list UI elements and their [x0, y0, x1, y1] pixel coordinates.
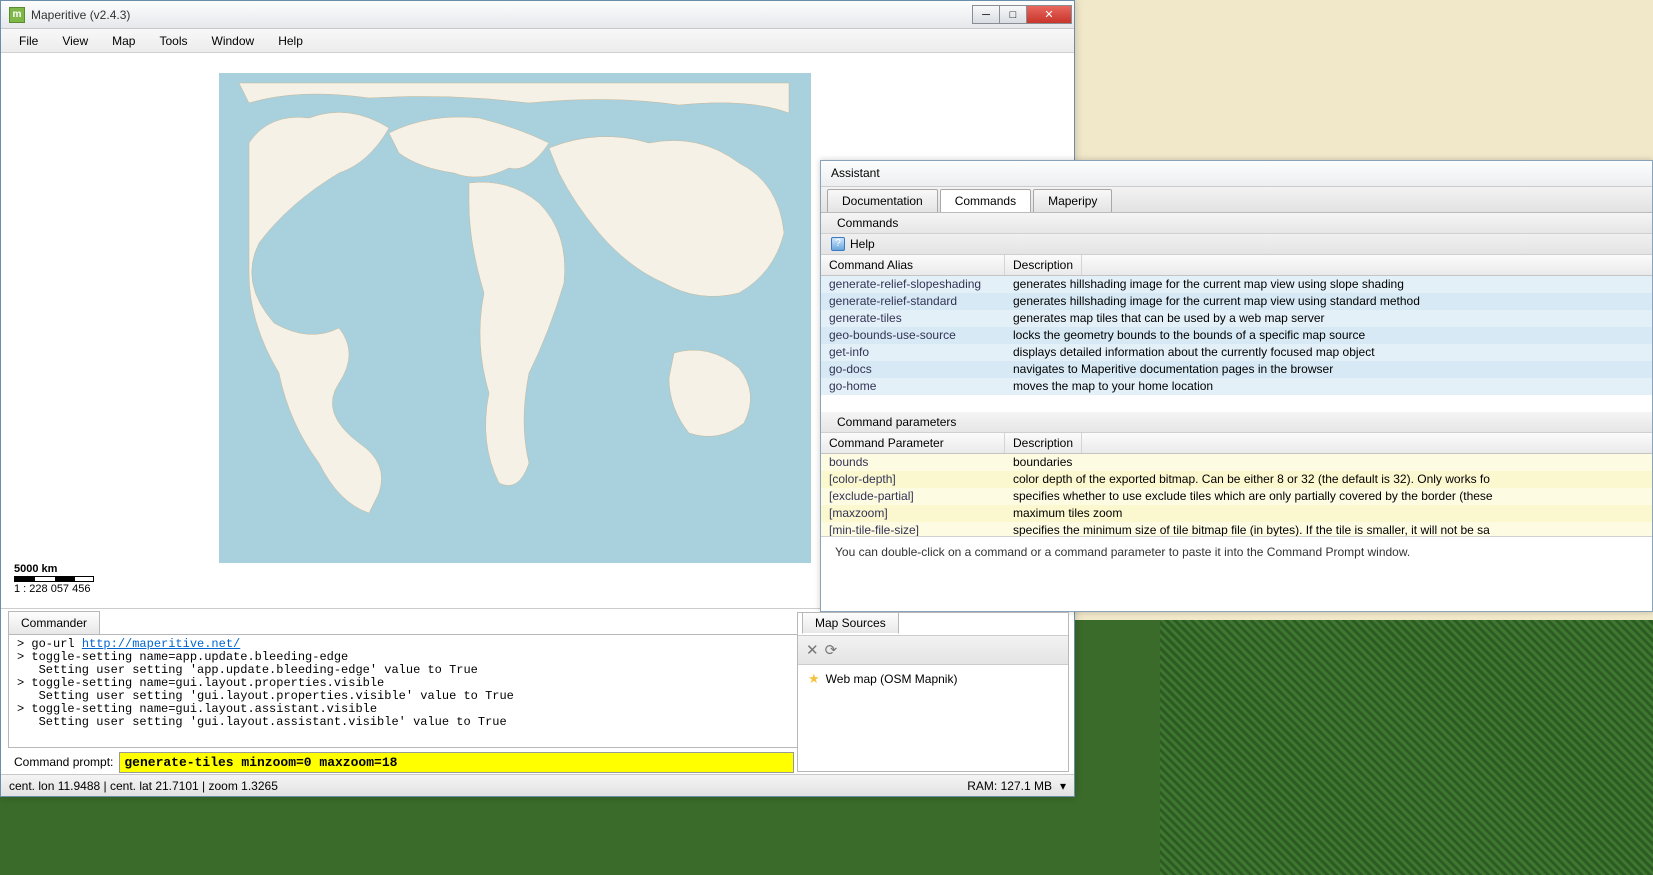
menu-view[interactable]: View — [50, 31, 100, 51]
assistant-panel: Assistant Documentation Commands Maperip… — [820, 160, 1653, 612]
param-row[interactable]: boundsboundaries — [821, 454, 1652, 471]
menu-file[interactable]: File — [7, 31, 50, 51]
status-coords: cent. lon 11.9488 | cent. lat 21.7101 | … — [9, 779, 278, 793]
commands-section-header: Commands — [821, 213, 1652, 234]
help-icon: ? — [831, 237, 845, 251]
scale-distance: 5000 km — [14, 563, 94, 575]
command-prompt-row: Command prompt: — [8, 751, 794, 773]
assistant-title: Assistant — [821, 161, 1652, 187]
commander-url-link[interactable]: http://maperitive.net/ — [82, 637, 240, 651]
command-row[interactable]: geo-bounds-use-sourcelocks the geometry … — [821, 327, 1652, 344]
params-table-header: Command Parameter Description — [821, 433, 1652, 454]
titlebar[interactable]: m Maperitive (v2.4.3) ─ □ ✕ — [1, 1, 1074, 29]
remove-source-icon[interactable]: ✕ — [806, 641, 819, 659]
col-command-parameter[interactable]: Command Parameter — [821, 433, 1005, 453]
refresh-source-icon[interactable]: ⟳ — [825, 641, 838, 659]
command-row[interactable]: go-docsnavigates to Maperitive documenta… — [821, 361, 1652, 378]
tab-commander[interactable]: Commander — [8, 611, 100, 634]
commands-list[interactable]: generate-relief-slopeshadinggenerates hi… — [821, 276, 1652, 412]
col-command-alias[interactable]: Command Alias — [821, 255, 1005, 275]
param-row[interactable]: [exclude-partial]specifies whether to us… — [821, 488, 1652, 505]
statusbar-chevron-icon[interactable]: ▾ — [1060, 779, 1066, 793]
menu-window[interactable]: Window — [200, 31, 267, 51]
param-row[interactable]: [min-tile-file-size]specifies the minimu… — [821, 522, 1652, 536]
command-row[interactable]: generate-relief-standardgenerates hillsh… — [821, 293, 1652, 310]
command-prompt-label: Command prompt: — [8, 755, 119, 769]
command-prompt-input[interactable] — [119, 752, 794, 773]
param-row[interactable]: [maxzoom]maximum tiles zoom — [821, 505, 1652, 522]
maximize-button[interactable]: □ — [999, 5, 1027, 24]
tab-maperipy[interactable]: Maperipy — [1033, 189, 1112, 212]
menu-tools[interactable]: Tools — [147, 31, 199, 51]
commands-table-header: Command Alias Description — [821, 255, 1652, 276]
params-list[interactable]: boundsboundaries [color-depth]color dept… — [821, 454, 1652, 536]
col-description-2[interactable]: Description — [1005, 433, 1082, 453]
tab-map-sources[interactable]: Map Sources — [802, 612, 899, 634]
map-sources-panel: Map Sources ✕ ⟳ ★ Web map (OSM Mapnik) — [797, 612, 1069, 772]
param-row[interactable]: [color-depth]color depth of the exported… — [821, 471, 1652, 488]
star-icon: ★ — [808, 671, 820, 687]
command-row[interactable]: go-homemoves the map to your home locati… — [821, 378, 1652, 395]
assistant-hint: You can double-click on a command or a c… — [821, 536, 1652, 567]
tab-commands[interactable]: Commands — [940, 189, 1031, 212]
params-section-header: Command parameters — [821, 412, 1652, 433]
desktop-grass — [1160, 620, 1653, 875]
col-description[interactable]: Description — [1005, 255, 1082, 275]
close-button[interactable]: ✕ — [1026, 5, 1072, 24]
help-button[interactable]: ? Help — [821, 234, 1652, 255]
map-source-label: Web map (OSM Mapnik) — [826, 672, 958, 686]
scale-bar-icon — [14, 576, 94, 582]
map-canvas[interactable] — [219, 73, 811, 563]
app-icon: m — [9, 7, 25, 23]
menu-help[interactable]: Help — [266, 31, 315, 51]
minimize-button[interactable]: ─ — [972, 5, 1000, 24]
statusbar: cent. lon 11.9488 | cent. lat 21.7101 | … — [1, 774, 1074, 796]
tab-documentation[interactable]: Documentation — [827, 189, 938, 212]
menubar: File View Map Tools Window Help — [1, 29, 1074, 53]
scalebar: 5000 km 1 : 228 057 456 — [14, 563, 94, 595]
status-ram: RAM: 127.1 MB — [967, 779, 1052, 793]
menu-map[interactable]: Map — [100, 31, 147, 51]
command-row[interactable]: get-infodisplays detailed information ab… — [821, 344, 1652, 361]
scale-ratio: 1 : 228 057 456 — [14, 583, 94, 595]
map-sources-toolbar: ✕ ⟳ — [798, 635, 1068, 665]
command-row[interactable]: generate-relief-slopeshadinggenerates hi… — [821, 276, 1652, 293]
help-label: Help — [850, 237, 875, 251]
assistant-tabs: Documentation Commands Maperipy — [821, 187, 1652, 213]
map-source-item[interactable]: ★ Web map (OSM Mapnik) — [798, 665, 1068, 693]
command-row[interactable]: generate-tilesgenerates map tiles that c… — [821, 310, 1652, 327]
window-title: Maperitive (v2.4.3) — [31, 8, 973, 22]
